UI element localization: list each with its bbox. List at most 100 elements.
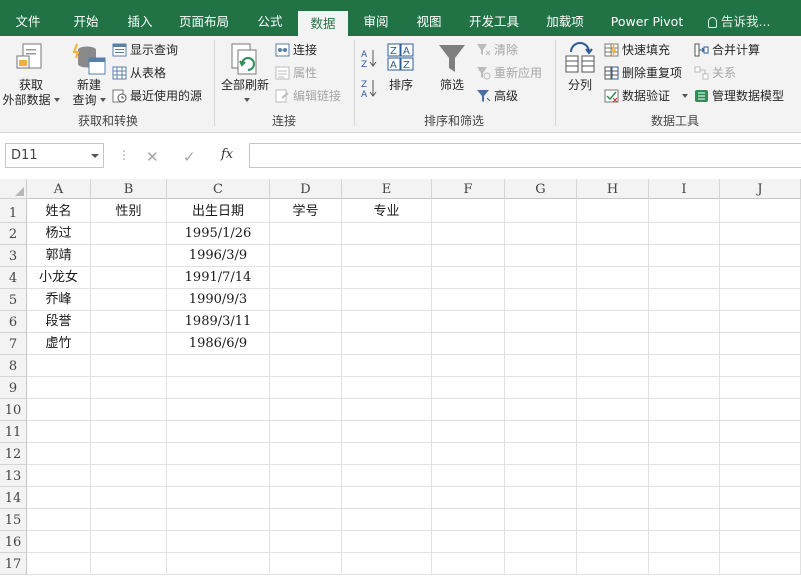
cell-f3[interactable] bbox=[432, 245, 505, 267]
cell-b8[interactable] bbox=[91, 355, 167, 377]
cell-b2[interactable] bbox=[91, 223, 167, 245]
cell-c15[interactable] bbox=[167, 509, 270, 531]
cell-d16[interactable] bbox=[270, 531, 342, 553]
cell-e3[interactable] bbox=[342, 245, 432, 267]
advanced-filter-button[interactable]: 高级 bbox=[476, 86, 518, 106]
cell-i14[interactable] bbox=[649, 487, 720, 509]
cell-e1[interactable]: 专业 bbox=[342, 199, 432, 223]
cell-i7[interactable] bbox=[649, 333, 720, 355]
cell-g4[interactable] bbox=[505, 267, 577, 289]
cell-h10[interactable] bbox=[577, 399, 649, 421]
name-box[interactable]: D11 bbox=[5, 143, 104, 168]
reapply-button[interactable]: 重新应用 bbox=[476, 63, 542, 83]
cell-f16[interactable] bbox=[432, 531, 505, 553]
cell-a16[interactable] bbox=[27, 531, 91, 553]
cell-b4[interactable] bbox=[91, 267, 167, 289]
cell-c9[interactable] bbox=[167, 377, 270, 399]
cell-g17[interactable] bbox=[505, 553, 577, 575]
cell-i10[interactable] bbox=[649, 399, 720, 421]
row-header-4[interactable]: 4 bbox=[0, 267, 27, 289]
cell-j2[interactable] bbox=[720, 223, 801, 245]
column-header-h[interactable]: H bbox=[577, 179, 649, 199]
cell-g16[interactable] bbox=[505, 531, 577, 553]
row-header-7[interactable]: 7 bbox=[0, 333, 27, 355]
cell-g12[interactable] bbox=[505, 443, 577, 465]
cell-c2[interactable]: 1995/1/26 bbox=[167, 223, 270, 245]
cell-h1[interactable] bbox=[577, 199, 649, 223]
cell-d11[interactable] bbox=[270, 421, 342, 443]
consolidate-button[interactable]: 合并计算 bbox=[694, 40, 760, 60]
cell-h13[interactable] bbox=[577, 465, 649, 487]
cell-e11[interactable] bbox=[342, 421, 432, 443]
cell-d8[interactable] bbox=[270, 355, 342, 377]
tab-developer[interactable]: 开发工具 bbox=[460, 0, 528, 36]
cell-d6[interactable] bbox=[270, 311, 342, 333]
data-validation-caret[interactable] bbox=[682, 94, 689, 98]
cell-j4[interactable] bbox=[720, 267, 801, 289]
cell-b17[interactable] bbox=[91, 553, 167, 575]
cell-h5[interactable] bbox=[577, 289, 649, 311]
column-header-e[interactable]: E bbox=[342, 179, 432, 199]
new-query-button[interactable]: 新建 查询 bbox=[67, 42, 111, 108]
cell-h15[interactable] bbox=[577, 509, 649, 531]
cell-e4[interactable] bbox=[342, 267, 432, 289]
cell-f13[interactable] bbox=[432, 465, 505, 487]
cell-j1[interactable] bbox=[720, 199, 801, 223]
cell-b11[interactable] bbox=[91, 421, 167, 443]
cell-h7[interactable] bbox=[577, 333, 649, 355]
row-header-5[interactable]: 5 bbox=[0, 289, 27, 311]
cell-a8[interactable] bbox=[27, 355, 91, 377]
cell-j7[interactable] bbox=[720, 333, 801, 355]
tab-power-pivot[interactable]: Power Pivot bbox=[603, 0, 691, 36]
row-header-9[interactable]: 9 bbox=[0, 377, 27, 399]
cell-f2[interactable] bbox=[432, 223, 505, 245]
cell-b12[interactable] bbox=[91, 443, 167, 465]
row-header-14[interactable]: 14 bbox=[0, 487, 27, 509]
recent-sources-button[interactable]: 最近使用的源 bbox=[112, 86, 202, 106]
tab-view[interactable]: 视图 bbox=[405, 0, 453, 36]
cell-d3[interactable] bbox=[270, 245, 342, 267]
cell-b7[interactable] bbox=[91, 333, 167, 355]
cell-c7[interactable]: 1986/6/9 bbox=[167, 333, 270, 355]
cell-a4[interactable]: 小龙女 bbox=[27, 267, 91, 289]
cell-j13[interactable] bbox=[720, 465, 801, 487]
cell-e14[interactable] bbox=[342, 487, 432, 509]
cell-g11[interactable] bbox=[505, 421, 577, 443]
column-header-g[interactable]: G bbox=[505, 179, 577, 199]
cell-a15[interactable] bbox=[27, 509, 91, 531]
select-all-button[interactable] bbox=[0, 179, 27, 199]
flash-fill-button[interactable]: 快速填充 bbox=[604, 40, 670, 60]
cell-f17[interactable] bbox=[432, 553, 505, 575]
cell-g6[interactable] bbox=[505, 311, 577, 333]
cell-g8[interactable] bbox=[505, 355, 577, 377]
column-header-f[interactable]: F bbox=[432, 179, 505, 199]
row-header-2[interactable]: 2 bbox=[0, 223, 27, 245]
data-validation-button[interactable]: 数据验证 bbox=[604, 86, 689, 106]
cancel-icon[interactable]: ✕ bbox=[146, 148, 159, 166]
connections-button[interactable]: 连接 bbox=[275, 40, 317, 60]
column-header-a[interactable]: A bbox=[27, 179, 91, 199]
cell-d12[interactable] bbox=[270, 443, 342, 465]
row-header-1[interactable]: 1 bbox=[0, 199, 27, 223]
cell-c14[interactable] bbox=[167, 487, 270, 509]
cell-d15[interactable] bbox=[270, 509, 342, 531]
column-header-d[interactable]: D bbox=[270, 179, 342, 199]
cell-j17[interactable] bbox=[720, 553, 801, 575]
column-header-i[interactable]: I bbox=[649, 179, 720, 199]
row-header-6[interactable]: 6 bbox=[0, 311, 27, 333]
cell-f14[interactable] bbox=[432, 487, 505, 509]
cell-i17[interactable] bbox=[649, 553, 720, 575]
cell-c12[interactable] bbox=[167, 443, 270, 465]
row-header-16[interactable]: 16 bbox=[0, 531, 27, 553]
cell-a17[interactable] bbox=[27, 553, 91, 575]
cell-g5[interactable] bbox=[505, 289, 577, 311]
cell-g1[interactable] bbox=[505, 199, 577, 223]
cell-i5[interactable] bbox=[649, 289, 720, 311]
cell-f8[interactable] bbox=[432, 355, 505, 377]
cell-g9[interactable] bbox=[505, 377, 577, 399]
cell-d13[interactable] bbox=[270, 465, 342, 487]
cell-g7[interactable] bbox=[505, 333, 577, 355]
refresh-all-button[interactable]: 全部刷新 bbox=[218, 42, 272, 108]
cell-a3[interactable]: 郭靖 bbox=[27, 245, 91, 267]
remove-duplicates-button[interactable]: 删除重复项 bbox=[604, 63, 682, 83]
